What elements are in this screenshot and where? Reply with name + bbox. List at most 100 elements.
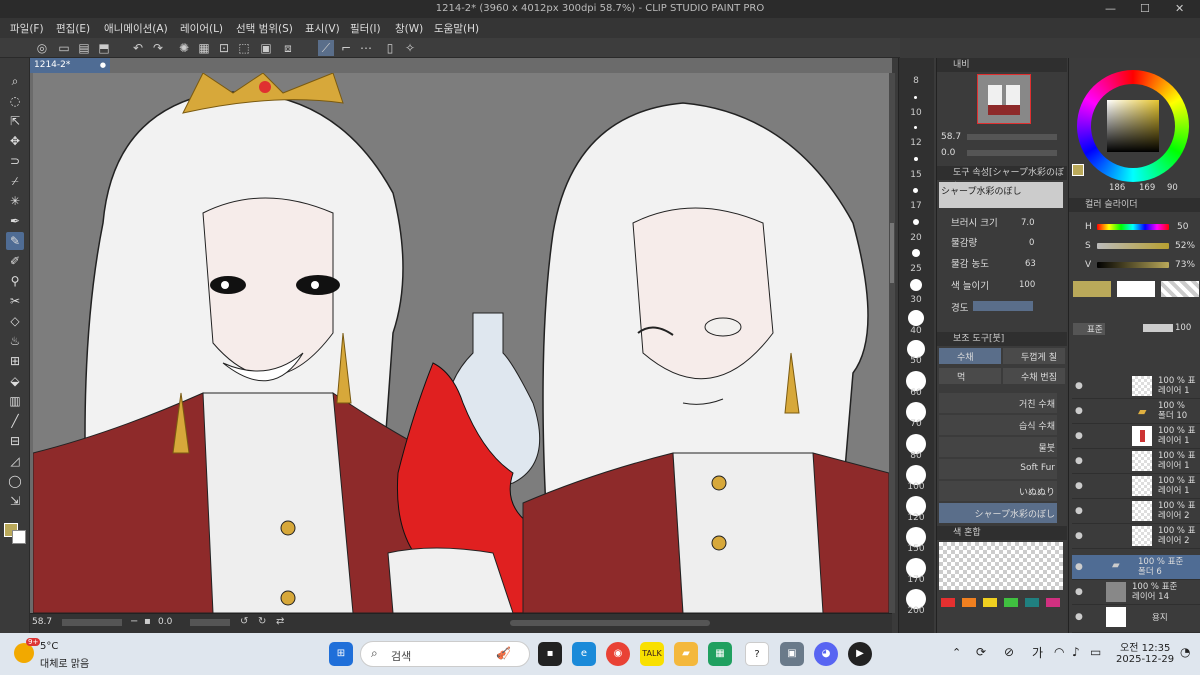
sub-tool-tab-watercolor-bleed[interactable]: 수채 번짐 [1003, 368, 1065, 384]
brush-size-20[interactable]: 20 [899, 233, 933, 243]
search-box[interactable]: ⌕ 검색 🎻 [360, 641, 530, 667]
sub-tool-tab-watercolor[interactable]: 수채 [939, 348, 1001, 364]
brush-size-200[interactable]: 200 [899, 606, 933, 616]
current-color-swatch[interactable] [1072, 164, 1084, 176]
opacity-slider[interactable] [1143, 324, 1173, 332]
redo-icon[interactable]: ↷ [150, 40, 166, 56]
brush-inunuri[interactable]: いぬぬり [939, 481, 1057, 501]
visibility-eye-icon[interactable]: ● [1075, 456, 1083, 466]
windows-start-icon[interactable]: ⊞ [329, 642, 353, 666]
menu-animation[interactable]: 애니메이션(A) [104, 21, 168, 36]
hue-value[interactable]: 50 [1177, 222, 1188, 232]
brush-size-12[interactable]: 12 [899, 138, 933, 148]
tray-chevron-icon[interactable]: ⌃ [952, 646, 961, 659]
decoration-tool-icon[interactable]: ✂ [6, 292, 24, 310]
rotate-left-icon[interactable]: ↺ [240, 616, 248, 627]
zoom-tool-icon[interactable]: ⌕ [6, 72, 24, 90]
hardness-selector[interactable] [973, 301, 1033, 311]
clear-icon[interactable]: ✺ [176, 40, 192, 56]
brush-size-30[interactable]: 30 [899, 295, 933, 305]
pencil-tool-icon[interactable]: ✐ [6, 252, 24, 270]
eyedropper-tool-icon[interactable]: ⌿ [6, 172, 24, 190]
rotation-slider[interactable] [190, 619, 230, 626]
fill-icon[interactable]: ▦ [196, 40, 212, 56]
navigator-zoom[interactable]: 58.7 [941, 132, 961, 142]
pen-tool-icon[interactable]: ✒ [6, 212, 24, 230]
reset-rotation-icon[interactable]: ⇄ [276, 616, 284, 627]
media-player-icon[interactable]: ▶ [848, 642, 872, 666]
brush-tool-icon[interactable]: ✎ [6, 232, 24, 250]
photo-app-icon[interactable]: ▣ [780, 642, 804, 666]
deselect-icon[interactable]: ⬚ [236, 40, 252, 56]
canvas-horizontal-scrollbar[interactable] [510, 620, 710, 626]
value-slider[interactable] [1097, 262, 1169, 268]
menu-layer[interactable]: 레이어(L) [180, 21, 223, 36]
maximize-button[interactable]: ☐ [1140, 2, 1150, 15]
mix-color-orange[interactable] [962, 598, 976, 607]
paint-density-value[interactable]: 63 [1025, 259, 1036, 269]
value-value[interactable]: 73% [1175, 260, 1195, 270]
navigator-angle[interactable]: 0.0 [941, 148, 955, 158]
brush-size-50[interactable]: 50 [899, 356, 933, 366]
visibility-eye-icon[interactable]: ● [1075, 381, 1083, 391]
hand-tool-icon[interactable]: ✥ [6, 132, 24, 150]
settings-icon[interactable]: ✧ [402, 40, 418, 56]
brush-size-70[interactable]: 70 [899, 419, 933, 429]
visibility-eye-icon[interactable]: ● [1075, 406, 1083, 416]
menu-window[interactable]: 창(W) [395, 21, 423, 36]
brush-size-150[interactable]: 150 [899, 544, 933, 554]
menu-selection[interactable]: 선택 범위(S) [236, 21, 293, 36]
blend-tool-icon[interactable]: ♨ [6, 332, 24, 350]
brush-size-25[interactable]: 25 [899, 264, 933, 274]
brush-size-60[interactable]: 60 [899, 388, 933, 398]
canvas-artwork[interactable] [32, 72, 890, 614]
saturation-slider[interactable] [1097, 243, 1169, 249]
brush-water-brush[interactable]: 물붓 [939, 437, 1057, 457]
ime-indicator[interactable]: 가 [1032, 644, 1043, 661]
brush-soft-fur[interactable]: Soft Fur [939, 459, 1057, 479]
menu-view[interactable]: 표시(V) [305, 21, 340, 36]
brush-size-15[interactable]: 15 [899, 170, 933, 180]
sub-tool-tab-thick-paint[interactable]: 두껍게 칠 [1003, 348, 1065, 364]
airbrush-tool-icon[interactable]: ⚲ [6, 272, 24, 290]
canvas-tab[interactable]: 1214-2* ● [30, 58, 110, 73]
invert-selection-icon[interactable]: ▣ [258, 40, 274, 56]
menu-filter[interactable]: 필터(I) [350, 21, 381, 36]
color-stretch-value[interactable]: 100 [1019, 280, 1035, 290]
brush-size-80[interactable]: 80 [899, 451, 933, 461]
menu-file[interactable]: 파일(F) [10, 21, 44, 36]
visibility-eye-icon[interactable]: ● [1075, 506, 1083, 516]
gradient-tool-icon[interactable]: ▥ [6, 392, 24, 410]
device-icon[interactable]: ▯ [382, 40, 398, 56]
grid-tool-icon[interactable]: ⊞ [6, 352, 24, 370]
discord-icon[interactable]: ◕ [814, 642, 838, 666]
navigator-thumbnail[interactable] [977, 74, 1031, 124]
layer-row-paper[interactable]: ● 용지 [1072, 605, 1200, 633]
mix-color-yellow[interactable] [983, 598, 997, 607]
minimize-button[interactable]: — [1105, 2, 1116, 15]
layer-row[interactable]: ● 100 % 표 레이어 1 [1072, 374, 1200, 399]
visibility-eye-icon[interactable]: ● [1075, 531, 1083, 541]
zoom-out-icon[interactable]: − [130, 616, 138, 627]
navigator-zoom-slider[interactable] [967, 134, 1057, 140]
fill-tool-icon[interactable]: ⬙ [6, 372, 24, 390]
clock-time[interactable]: 오전 12:35 [1120, 639, 1170, 654]
clip-studio-taskbar-icon[interactable]: ? [745, 642, 769, 666]
zoom-fit-icon[interactable]: ▪ [144, 616, 151, 627]
brush-size-120[interactable]: 120 [899, 513, 933, 523]
eraser-tool-icon[interactable]: ◇ [6, 312, 24, 330]
tray-muted-icon[interactable]: ⊘ [1004, 645, 1014, 659]
menu-edit[interactable]: 편집(E) [56, 21, 90, 36]
brush-size-8[interactable]: 8 [899, 76, 933, 86]
open-file-icon[interactable]: ▤ [76, 40, 92, 56]
snap-special-icon[interactable]: ⌐ [338, 40, 354, 56]
brush-size-170[interactable]: 170 [899, 575, 933, 585]
layer-row[interactable]: ● ▰ 100 % 폴더 10 [1072, 399, 1200, 424]
main-color-chip[interactable] [1073, 281, 1111, 297]
visibility-eye-icon[interactable]: ● [1075, 612, 1083, 622]
menu-help[interactable]: 도움말(H) [434, 21, 479, 36]
brush-size-100[interactable]: 100 [899, 482, 933, 492]
mix-color-green[interactable] [1004, 598, 1018, 607]
rotate-right-icon[interactable]: ↻ [258, 616, 266, 627]
layer-row[interactable]: ● 100 % 표 레이어 2 [1072, 524, 1200, 549]
